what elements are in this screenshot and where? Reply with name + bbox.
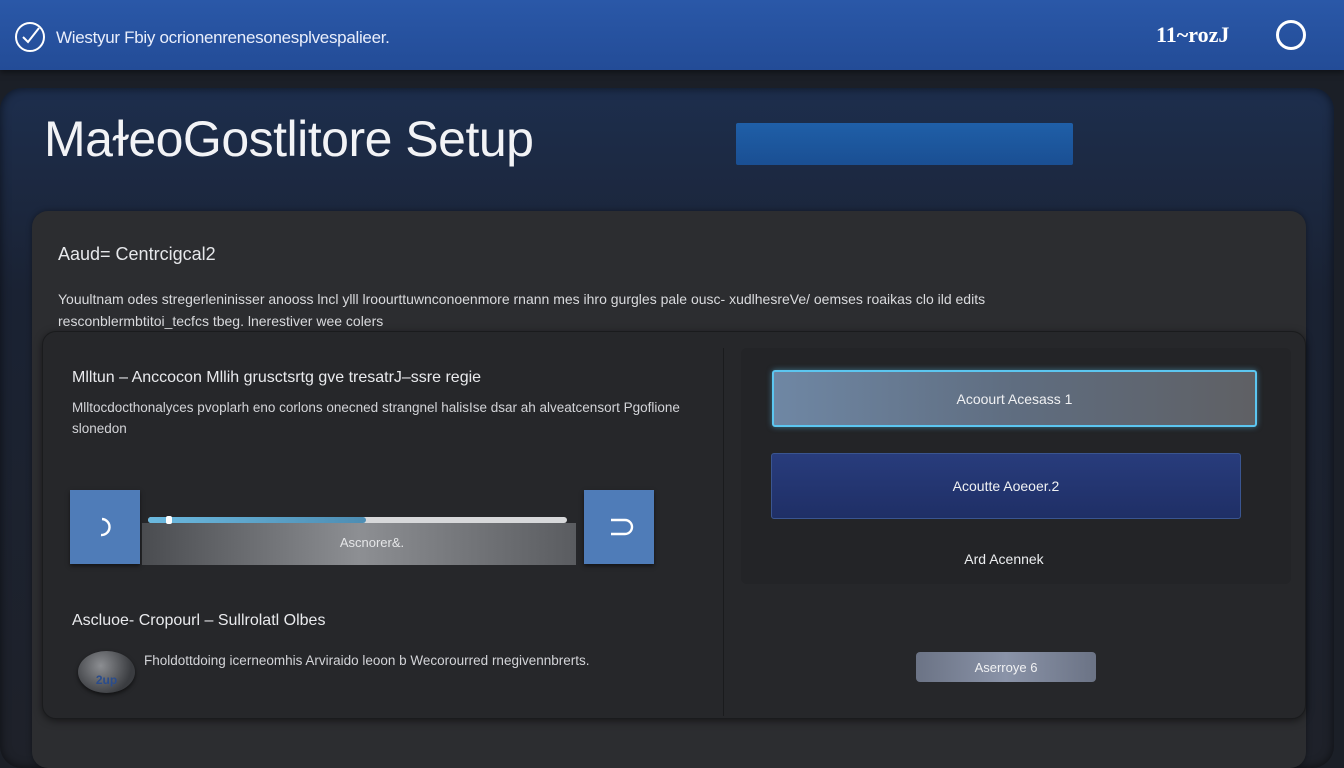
card-description: Youultnam odes stregerleninisser anooss … — [58, 291, 986, 329]
bottom-section-description: Fholdottdoing icerneomhis Arviraido leoo… — [144, 653, 590, 668]
add-account-link[interactable]: Ard Acennek — [904, 551, 1104, 567]
logo-icon — [15, 22, 45, 52]
window-title: Wiestyur Fbiy ocrionenrenesonesplvespali… — [56, 28, 390, 47]
return-icon — [611, 518, 634, 536]
slider-fill — [148, 517, 366, 523]
panel-divider — [723, 348, 724, 716]
account-6-button[interactable]: Aserroye 6 — [916, 652, 1096, 682]
card-title: Aaud= Centrcigcal2 — [58, 244, 216, 264]
increment-button[interactable] — [584, 490, 654, 564]
header-counter: 11~rozJ — [1156, 22, 1230, 47]
header-progress-bar — [736, 123, 1073, 165]
bottom-section-title: Ascluoe- Cropourl – Sullrolatl Olbes — [72, 612, 326, 629]
slider-handle[interactable] — [166, 516, 172, 524]
slider-track[interactable] — [148, 516, 567, 524]
rotate-left-icon — [100, 517, 111, 537]
top-bar: Wiestyur Fbiy ocrionenrenesonesplvespali… — [0, 0, 1344, 70]
page-title: MaɫeoGostlitore Setup — [44, 111, 534, 167]
profile-ring-icon[interactable] — [1276, 20, 1306, 50]
slider-label: Ascnorer&. — [339, 535, 405, 550]
status-badge: 2up — [78, 651, 135, 693]
section-description: Mlltocdocthonalyces pvoplarh eno corlons… — [72, 400, 680, 436]
account-1-button[interactable]: Acoourt Acesass 1 — [772, 370, 1257, 427]
badge-label: 2up — [95, 673, 118, 687]
section-title: Mlltun – Anccocon Mllih grusctsrtg gve t… — [72, 369, 482, 386]
decrement-button[interactable] — [70, 490, 140, 564]
account-2-button[interactable]: Acoutte Aoeoer.2 — [771, 453, 1241, 519]
